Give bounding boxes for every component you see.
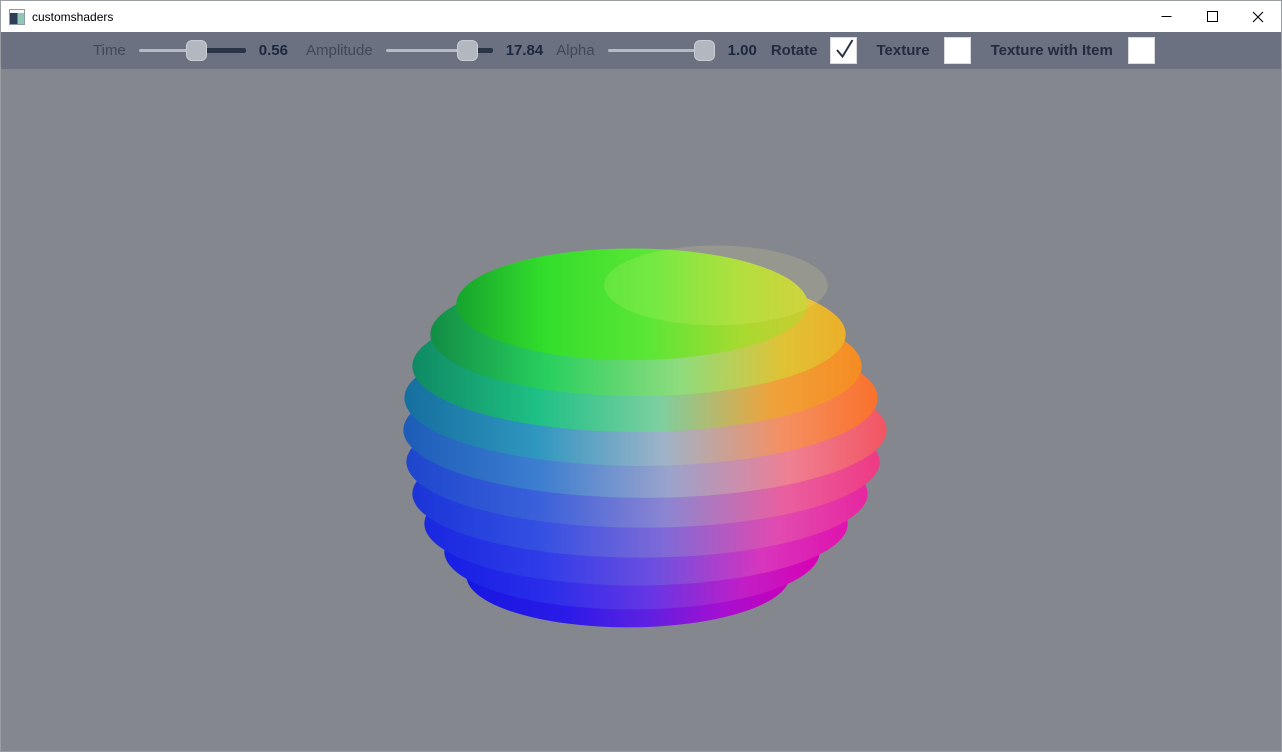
alpha-value: 1.00: [728, 42, 757, 59]
shader-blob: [1, 69, 1281, 751]
amplitude-slider[interactable]: [386, 40, 493, 61]
time-slider[interactable]: [139, 40, 246, 61]
rotate-label: Rotate: [771, 42, 818, 59]
maximize-icon: [1207, 11, 1218, 22]
close-button[interactable]: [1235, 1, 1281, 32]
time-label: Time: [93, 42, 126, 59]
texture-label: Texture: [876, 42, 929, 59]
alpha-slider-group: Alpha 1.00: [556, 40, 757, 61]
close-icon: [1252, 11, 1264, 23]
window-title: customshaders: [32, 10, 113, 24]
time-value: 0.56: [259, 42, 288, 59]
alpha-slider[interactable]: [608, 40, 715, 61]
texture-checkbox-group: Texture: [876, 37, 970, 64]
alpha-slider-handle[interactable]: [694, 40, 715, 61]
viewport-3d[interactable]: [1, 69, 1281, 751]
amplitude-slider-handle[interactable]: [457, 40, 478, 61]
rotate-checkbox[interactable]: [830, 37, 857, 64]
minimize-icon: [1161, 11, 1172, 22]
texture-with-item-checkbox-group: Texture with Item: [991, 37, 1155, 64]
amplitude-slider-group: Amplitude 17.84: [306, 40, 543, 61]
rotate-checkbox-group: Rotate: [771, 37, 858, 64]
texture-checkbox[interactable]: [944, 37, 971, 64]
time-slider-group: Time 0.56: [93, 40, 288, 61]
amplitude-label: Amplitude: [306, 42, 373, 59]
app-icon: [9, 9, 25, 25]
amplitude-value: 17.84: [506, 42, 544, 59]
toolbar: Time 0.56 Amplitude 17.84 Alpha: [1, 32, 1281, 69]
texture-with-item-label: Texture with Item: [991, 42, 1113, 59]
texture-with-item-checkbox[interactable]: [1128, 37, 1155, 64]
maximize-button[interactable]: [1189, 1, 1235, 32]
app-window: customshaders Time 0.56 Amplit: [0, 0, 1282, 752]
alpha-label: Alpha: [556, 42, 594, 59]
check-icon: [831, 36, 858, 63]
window-controls: [1143, 1, 1281, 32]
minimize-button[interactable]: [1143, 1, 1189, 32]
titlebar: customshaders: [1, 1, 1281, 32]
titlebar-left: customshaders: [1, 9, 1143, 25]
time-slider-handle[interactable]: [186, 40, 207, 61]
